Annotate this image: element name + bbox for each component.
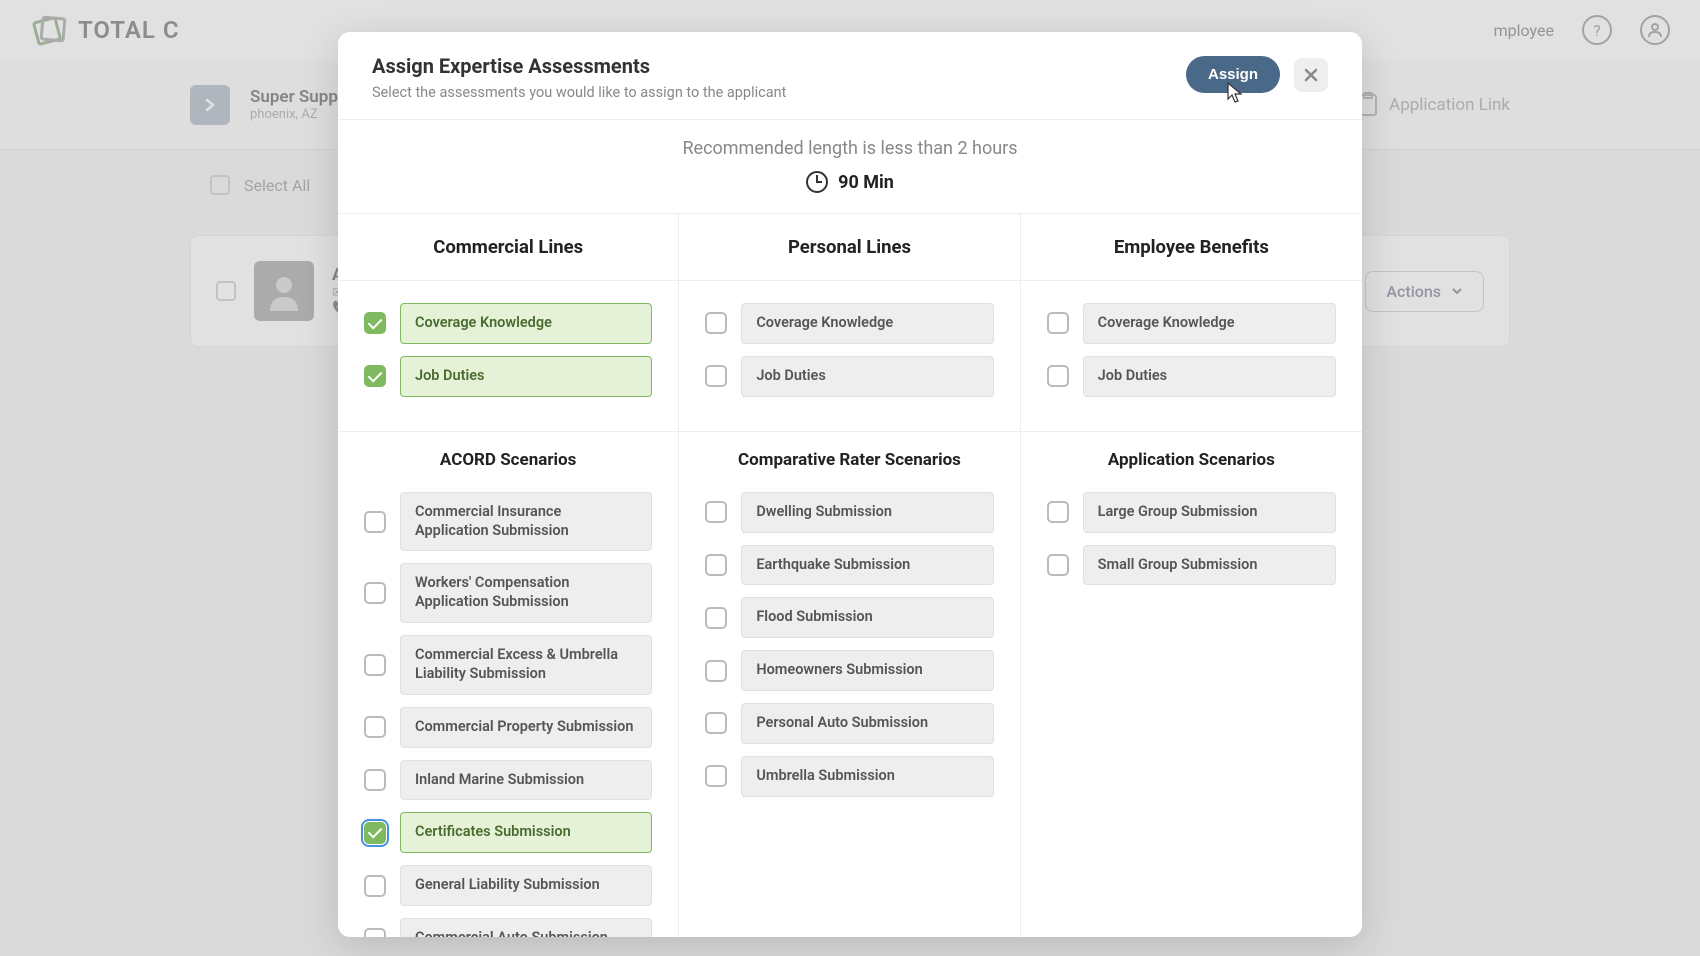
checkbox[interactable] <box>705 365 727 387</box>
modal-overlay: Assign Expertise Assessments Select the … <box>0 0 1700 956</box>
option-label: Commercial Insurance Application Submiss… <box>400 492 652 552</box>
section-title: Application Scenarios <box>1021 431 1362 484</box>
assessment-option[interactable]: Workers' Compensation Application Submis… <box>364 563 652 623</box>
assessment-option[interactable]: Job Duties <box>1047 356 1336 397</box>
clock-icon <box>806 171 828 193</box>
column-scenarios-body: Large Group Submission Small Group Submis… <box>1021 484 1362 620</box>
assessment-columns: Commercial Lines Coverage Knowledge Job Du… <box>338 214 1362 937</box>
column-primary-body: Coverage Knowledge Job Duties <box>679 281 1019 431</box>
assessment-option[interactable]: Commercial Property Submission <box>364 707 652 748</box>
option-label: Commercial Excess & Umbrella Liability S… <box>400 635 652 695</box>
checkbox[interactable] <box>705 312 727 334</box>
column-scenarios-body: Dwelling Submission Earthquake Submission… <box>679 484 1019 831</box>
option-label: Dwelling Submission <box>741 492 993 533</box>
option-label: Large Group Submission <box>1083 492 1336 533</box>
recommend-text: Recommended length is less than 2 hours <box>338 120 1362 167</box>
checkbox[interactable] <box>1047 365 1069 387</box>
assessment-option[interactable]: Umbrella Submission <box>705 756 993 797</box>
assessment-column: Employee Benefits Coverage Knowledge Job D… <box>1021 214 1362 937</box>
modal-title: Assign Expertise Assessments <box>372 54 786 78</box>
checkbox[interactable] <box>364 875 386 897</box>
section-title: ACORD Scenarios <box>338 431 678 484</box>
assessment-option[interactable]: Job Duties <box>364 356 652 397</box>
checkbox[interactable] <box>364 312 386 334</box>
checkbox[interactable] <box>1047 554 1069 576</box>
option-label: Flood Submission <box>741 597 993 638</box>
column-primary-body: Coverage Knowledge Job Duties <box>338 281 678 431</box>
column-scenarios-body: Commercial Insurance Application Submiss… <box>338 484 678 937</box>
assessment-option[interactable]: Large Group Submission <box>1047 492 1336 533</box>
assessment-option[interactable]: Earthquake Submission <box>705 545 993 586</box>
assessment-column: Personal Lines Coverage Knowledge Job Duti… <box>679 214 1020 937</box>
checkbox[interactable] <box>364 928 386 937</box>
checkbox[interactable] <box>364 365 386 387</box>
modal-subtitle: Select the assessments you would like to… <box>372 84 786 101</box>
option-label: Earthquake Submission <box>741 545 993 586</box>
checkbox[interactable] <box>705 501 727 523</box>
option-label: Inland Marine Submission <box>400 760 652 801</box>
time-row: 90 Min <box>338 167 1362 214</box>
checkbox[interactable] <box>364 769 386 791</box>
assessment-option[interactable]: Coverage Knowledge <box>364 303 652 344</box>
option-label: Personal Auto Submission <box>741 703 993 744</box>
modal-header: Assign Expertise Assessments Select the … <box>338 32 1362 120</box>
column-header: Personal Lines <box>679 214 1019 281</box>
option-label: Coverage Knowledge <box>400 303 652 344</box>
assessment-option[interactable]: General Liability Submission <box>364 865 652 906</box>
option-label: Commercial Property Submission <box>400 707 652 748</box>
option-label: Commercial Auto Submission <box>400 918 652 937</box>
assessment-option[interactable]: Inland Marine Submission <box>364 760 652 801</box>
option-label: Job Duties <box>741 356 993 397</box>
assessment-option[interactable]: Coverage Knowledge <box>705 303 993 344</box>
checkbox[interactable] <box>364 582 386 604</box>
assessment-option[interactable]: Dwelling Submission <box>705 492 993 533</box>
assessment-option[interactable]: Commercial Auto Submission <box>364 918 652 937</box>
assessment-option[interactable]: Flood Submission <box>705 597 993 638</box>
checkbox[interactable] <box>705 765 727 787</box>
option-label: General Liability Submission <box>400 865 652 906</box>
assessment-option[interactable]: Homeowners Submission <box>705 650 993 691</box>
option-label: Coverage Knowledge <box>741 303 993 344</box>
checkbox[interactable] <box>705 607 727 629</box>
checkbox[interactable] <box>1047 501 1069 523</box>
section-title: Comparative Rater Scenarios <box>679 431 1019 484</box>
checkbox[interactable] <box>364 654 386 676</box>
close-button[interactable] <box>1294 58 1328 92</box>
column-primary-body: Coverage Knowledge Job Duties <box>1021 281 1362 431</box>
option-label: Workers' Compensation Application Submis… <box>400 563 652 623</box>
option-label: Small Group Submission <box>1083 545 1336 586</box>
checkbox[interactable] <box>364 716 386 738</box>
assessment-option[interactable]: Small Group Submission <box>1047 545 1336 586</box>
assessment-option[interactable]: Commercial Excess & Umbrella Liability S… <box>364 635 652 695</box>
checkbox[interactable] <box>1047 312 1069 334</box>
checkbox[interactable] <box>364 511 386 533</box>
option-label: Coverage Knowledge <box>1083 303 1336 344</box>
assessment-option[interactable]: Certificates Submission <box>364 812 652 853</box>
time-label: 90 Min <box>838 172 894 193</box>
assessment-option[interactable]: Job Duties <box>705 356 993 397</box>
assessment-column: Commercial Lines Coverage Knowledge Job Du… <box>338 214 679 937</box>
checkbox[interactable] <box>364 822 386 844</box>
option-label: Umbrella Submission <box>741 756 993 797</box>
checkbox[interactable] <box>705 660 727 682</box>
assign-assessments-modal: Assign Expertise Assessments Select the … <box>338 32 1362 937</box>
assign-button[interactable]: Assign <box>1186 56 1280 93</box>
assessment-option[interactable]: Coverage Knowledge <box>1047 303 1336 344</box>
assessment-option[interactable]: Personal Auto Submission <box>705 703 993 744</box>
checkbox[interactable] <box>705 712 727 734</box>
option-label: Homeowners Submission <box>741 650 993 691</box>
column-header: Commercial Lines <box>338 214 678 281</box>
assessment-option[interactable]: Commercial Insurance Application Submiss… <box>364 492 652 552</box>
checkbox[interactable] <box>705 554 727 576</box>
option-label: Job Duties <box>1083 356 1336 397</box>
close-icon <box>1304 68 1318 82</box>
option-label: Job Duties <box>400 356 652 397</box>
option-label: Certificates Submission <box>400 812 652 853</box>
column-header: Employee Benefits <box>1021 214 1362 281</box>
